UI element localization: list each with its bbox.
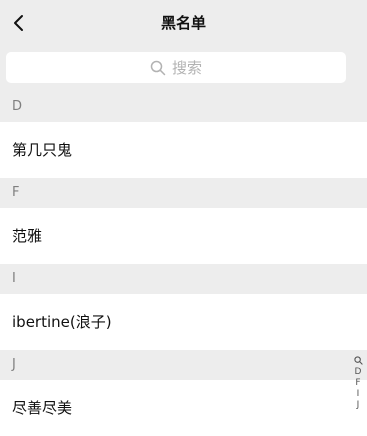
page-title: 黑名单 (160, 14, 206, 32)
section-header-d: D (0, 92, 367, 122)
section-header-f: F (0, 178, 367, 208)
blacklist-list: D 第几只鬼 F 范雅 I ibertine(浪子) J 尽善尽美 (0, 92, 367, 436)
search-placeholder: 搜索 (171, 59, 202, 77)
search-input[interactable]: 搜索 (6, 52, 346, 83)
list-item[interactable]: 尽善尽美 (0, 380, 367, 436)
section-header-j: J (0, 350, 367, 380)
search-icon[interactable] (353, 356, 363, 365)
list-item[interactable]: ibertine(浪子) (0, 294, 367, 350)
alphabet-index-bar[interactable]: D F I J (352, 356, 364, 411)
index-letter-j[interactable]: J (357, 400, 360, 411)
list-item[interactable]: 第几只鬼 (0, 122, 367, 178)
index-letter-i[interactable]: I (357, 389, 360, 400)
navigation-bar: 黑名单 (0, 0, 367, 46)
index-letter-d[interactable]: D (355, 367, 362, 378)
search-icon (150, 60, 166, 75)
index-letter-f[interactable]: F (355, 378, 360, 389)
section-header-i: I (0, 264, 367, 294)
list-item[interactable]: 范雅 (0, 208, 367, 264)
